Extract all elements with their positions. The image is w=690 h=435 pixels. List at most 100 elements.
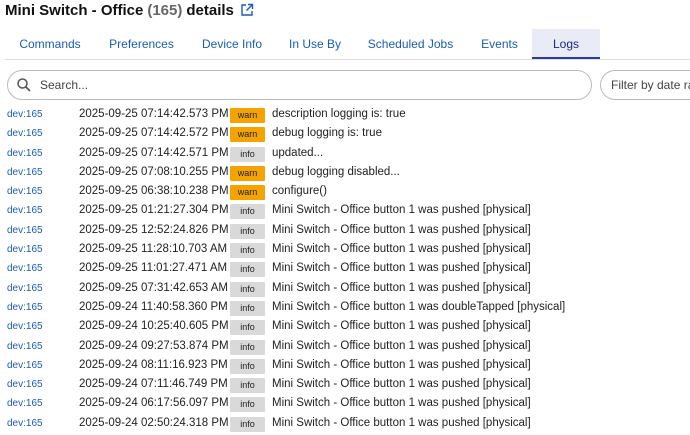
date-filter-box bbox=[600, 70, 690, 100]
log-row: dev:165 2025-09-25 01:21:27.304 PM info Min… bbox=[0, 202, 690, 221]
device-link[interactable]: dev:165 bbox=[7, 341, 43, 352]
log-row: dev:165 2025-09-25 07:14:42.572 PM warn deb… bbox=[0, 125, 690, 144]
log-level-badge: info bbox=[230, 397, 265, 413]
log-level-badge: warn bbox=[230, 127, 265, 143]
device-link[interactable]: dev:165 bbox=[7, 186, 43, 197]
log-row: dev:165 2025-09-24 07:11:46.749 PM info Min… bbox=[0, 376, 690, 395]
tab-device-info[interactable]: Device Info bbox=[188, 29, 276, 59]
device-link[interactable]: dev:165 bbox=[7, 418, 43, 429]
log-row: dev:165 2025-09-25 07:14:42.571 PM info upd… bbox=[0, 145, 690, 164]
log-level-badge: info bbox=[230, 204, 265, 220]
log-row: dev:165 2025-09-24 10:25:40.605 PM info Min… bbox=[0, 318, 690, 337]
log-timestamp: 2025-09-25 07:14:42.571 PM bbox=[79, 146, 229, 159]
page-header: Mini Switch - Office (165) details bbox=[5, 0, 254, 20]
log-message: Mini Switch - Office button 1 was double… bbox=[272, 300, 566, 313]
device-link[interactable]: dev:165 bbox=[7, 379, 43, 390]
log-row: dev:165 2025-09-24 08:11:16.923 PM info Min… bbox=[0, 357, 690, 376]
log-timestamp: 2025-09-25 07:14:42.572 PM bbox=[79, 127, 229, 140]
log-message: debug logging disabled... bbox=[272, 165, 400, 178]
tab-logs[interactable]: Logs bbox=[532, 29, 600, 59]
log-level-badge: info bbox=[230, 281, 265, 297]
log-timestamp: 2025-09-25 07:31:42.653 AM bbox=[79, 281, 228, 294]
external-link-icon[interactable] bbox=[240, 3, 254, 17]
log-timestamp: 2025-09-24 10:25:40.605 PM bbox=[79, 320, 229, 333]
log-message: Mini Switch - Office button 1 was pushed… bbox=[272, 204, 531, 217]
tab-commands[interactable]: Commands bbox=[5, 29, 95, 59]
device-link[interactable]: dev:165 bbox=[7, 167, 43, 178]
log-level-badge: info bbox=[230, 320, 265, 336]
log-message: debug logging is: true bbox=[272, 127, 382, 140]
log-message: Mini Switch - Office button 1 was pushed… bbox=[272, 262, 531, 275]
log-list: dev:165 2025-09-25 07:14:42.573 PM warn des… bbox=[0, 106, 690, 434]
device-link[interactable]: dev:165 bbox=[7, 321, 43, 332]
log-row: dev:165 2025-09-24 11:40:58.360 PM info Min… bbox=[0, 299, 690, 318]
log-timestamp: 2025-09-25 01:21:27.304 PM bbox=[79, 204, 229, 217]
device-link[interactable]: dev:165 bbox=[7, 148, 43, 159]
device-link[interactable]: dev:165 bbox=[7, 263, 43, 274]
device-link[interactable]: dev:165 bbox=[7, 205, 43, 216]
log-level-badge: warn bbox=[230, 165, 265, 181]
log-message: Mini Switch - Office button 1 was pushed… bbox=[272, 339, 531, 352]
log-level-badge: info bbox=[230, 243, 265, 259]
date-range-filter-input[interactable] bbox=[609, 77, 690, 93]
log-row: dev:165 2025-09-25 07:08:10.255 PM warn deb… bbox=[0, 164, 690, 183]
log-row: dev:165 2025-09-25 07:31:42.653 AM info Min… bbox=[0, 280, 690, 299]
log-message: Mini Switch - Office button 1 was pushed… bbox=[272, 243, 531, 256]
log-row: dev:165 2025-09-25 06:38:10.238 PM warn con… bbox=[0, 183, 690, 202]
search-input[interactable] bbox=[38, 77, 582, 93]
log-message: Mini Switch - Office button 1 was pushed… bbox=[272, 281, 531, 294]
log-level-badge: info bbox=[230, 416, 265, 432]
tab-scheduled-jobs[interactable]: Scheduled Jobs bbox=[354, 29, 467, 59]
log-message: Mini Switch - Office button 1 was pushed… bbox=[272, 358, 531, 371]
device-link[interactable]: dev:165 bbox=[7, 360, 43, 371]
log-message: Mini Switch - Office button 1 was pushed… bbox=[272, 320, 531, 333]
log-row: dev:165 2025-09-24 09:27:53.874 PM info Min… bbox=[0, 338, 690, 357]
log-level-badge: warn bbox=[230, 185, 265, 201]
log-message: Mini Switch - Office button 1 was pushed… bbox=[272, 416, 531, 429]
log-level-badge: warn bbox=[230, 108, 265, 123]
log-level-badge: info bbox=[230, 378, 265, 394]
device-link[interactable]: dev:165 bbox=[7, 225, 43, 236]
search-icon bbox=[16, 77, 32, 93]
log-row: dev:165 2025-09-24 06:17:56.097 PM info Min… bbox=[0, 395, 690, 414]
log-message: configure() bbox=[272, 185, 327, 198]
log-level-badge: info bbox=[230, 358, 265, 374]
page-title-suffix: details bbox=[186, 1, 234, 19]
device-link[interactable]: dev:165 bbox=[7, 283, 43, 294]
device-link[interactable]: dev:165 bbox=[7, 128, 43, 139]
log-timestamp: 2025-09-24 11:40:58.360 PM bbox=[79, 300, 228, 313]
log-timestamp: 2025-09-24 08:11:16.923 PM bbox=[79, 358, 228, 371]
log-row: dev:165 2025-09-25 11:01:27.471 AM info Min… bbox=[0, 260, 690, 279]
log-message: description logging is: true bbox=[272, 108, 406, 120]
search-box bbox=[7, 70, 592, 100]
log-message: updated... bbox=[272, 146, 324, 159]
log-level-badge: info bbox=[230, 223, 265, 239]
tab-events[interactable]: Events bbox=[467, 29, 532, 59]
log-timestamp: 2025-09-25 11:01:27.471 AM bbox=[79, 262, 228, 275]
device-id-count: (165) bbox=[147, 1, 183, 19]
log-timestamp: 2025-09-25 11:28:10.703 AM bbox=[79, 243, 228, 256]
device-link[interactable]: dev:165 bbox=[7, 398, 43, 409]
log-level-badge: info bbox=[230, 146, 265, 162]
log-level-badge: info bbox=[230, 262, 265, 278]
log-level-badge: info bbox=[230, 339, 265, 355]
log-timestamp: 2025-09-25 06:38:10.238 PM bbox=[79, 185, 229, 198]
log-message: Mini Switch - Office button 1 was pushed… bbox=[272, 223, 531, 236]
log-timestamp: 2025-09-25 12:52:24.826 PM bbox=[79, 223, 229, 236]
tab-bar: Commands Preferences Device Info In Use … bbox=[5, 29, 690, 60]
log-row: dev:165 2025-09-25 12:52:24.826 PM info Min… bbox=[0, 222, 690, 241]
log-timestamp: 2025-09-24 06:17:56.097 PM bbox=[79, 397, 229, 410]
device-link[interactable]: dev:165 bbox=[7, 302, 43, 313]
log-timestamp: 2025-09-24 09:27:53.874 PM bbox=[79, 339, 229, 352]
log-timestamp: 2025-09-24 07:11:46.749 PM bbox=[79, 378, 228, 391]
tab-preferences[interactable]: Preferences bbox=[95, 29, 188, 59]
log-row: dev:165 2025-09-25 07:14:42.573 PM warn des… bbox=[0, 106, 690, 125]
log-row: dev:165 2025-09-24 02:50:24.318 PM info Min… bbox=[0, 415, 690, 434]
device-link[interactable]: dev:165 bbox=[7, 109, 43, 120]
log-timestamp: 2025-09-24 02:50:24.318 PM bbox=[79, 416, 229, 429]
device-link[interactable]: dev:165 bbox=[7, 244, 43, 255]
log-message: Mini Switch - Office button 1 was pushed… bbox=[272, 397, 531, 410]
log-timestamp: 2025-09-25 07:14:42.573 PM bbox=[79, 108, 229, 120]
log-row: dev:165 2025-09-25 11:28:10.703 AM info Min… bbox=[0, 241, 690, 260]
tab-in-use-by[interactable]: In Use By bbox=[276, 29, 354, 59]
